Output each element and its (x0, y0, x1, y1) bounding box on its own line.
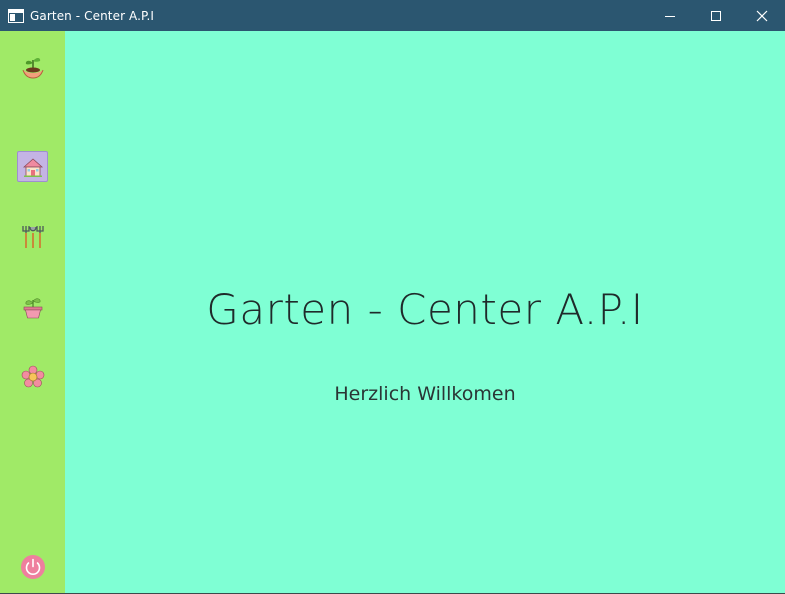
plant-hands-icon (22, 57, 43, 79)
page-title: Garten - Center A.P.I (206, 285, 644, 334)
welcome-text: Herzlich Willkomen (334, 383, 516, 405)
potted-plant-icon (23, 297, 42, 318)
sidebar (0, 31, 65, 594)
title-bar[interactable]: Garten - Center A.P.I (0, 0, 785, 31)
window-title: Garten - Center A.P.I (30, 8, 155, 23)
minimize-icon (665, 15, 675, 17)
sidebar-power[interactable] (17, 551, 48, 582)
sidebar-logo[interactable] (17, 52, 48, 83)
sidebar-item-tools[interactable] (17, 221, 48, 252)
flower-icon (21, 365, 44, 387)
close-icon (756, 10, 768, 21)
app-window-icon (8, 8, 24, 24)
app-window: Garten - Center A.P.I Garten - Center A.… (0, 0, 785, 594)
minimize-button[interactable] (647, 0, 693, 31)
sidebar-item-home[interactable] (17, 151, 48, 182)
house-icon (22, 157, 43, 177)
main-content: Garten - Center A.P.I Herzlich Willkomen (65, 31, 785, 594)
sidebar-item-flowers[interactable] (17, 361, 48, 392)
power-icon (20, 554, 45, 579)
sidebar-item-plants[interactable] (17, 291, 48, 322)
window-controls (647, 0, 785, 31)
maximize-icon (711, 10, 721, 21)
maximize-button[interactable] (693, 0, 739, 31)
close-button[interactable] (739, 0, 785, 31)
garden-tools-icon (21, 225, 44, 248)
